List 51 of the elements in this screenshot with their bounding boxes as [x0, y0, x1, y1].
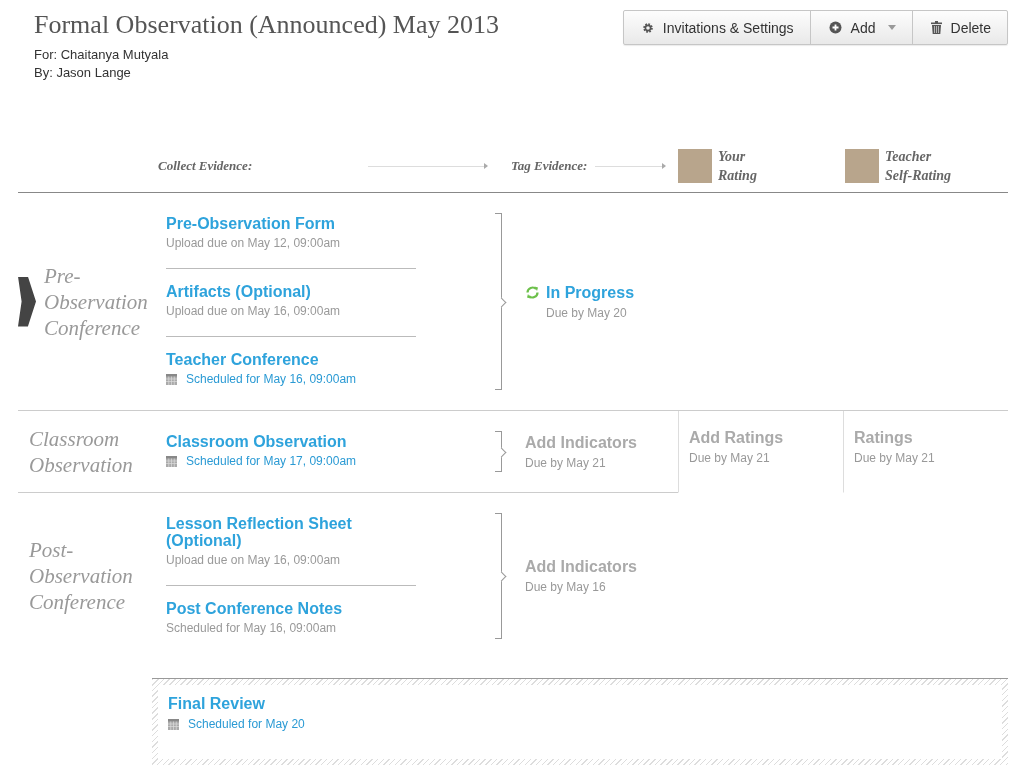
arrow-line-icon: [368, 165, 487, 167]
toolbar-button[interactable]: Add: [809, 11, 912, 44]
task-date: Upload due on May 12, 09:00am: [166, 236, 341, 250]
tag-evidence-label: Tag Evidence:: [511, 158, 588, 174]
column-heading: Your Rating: [718, 148, 758, 185]
task-link[interactable]: Artifacts (Optional): [166, 283, 416, 300]
bracket-icon: [495, 213, 507, 390]
avatar-placeholder: [678, 149, 712, 183]
trash-icon: [930, 21, 942, 34]
collect-evidence-label: Collect Evidence:: [158, 158, 253, 174]
due-date: Due by May 21: [525, 455, 607, 470]
task-date: Scheduled for May 20: [188, 717, 305, 731]
task-date: Scheduled for May 16, 09:00am: [166, 621, 337, 635]
calendar-icon: [166, 455, 177, 467]
status-link[interactable]: In Progress: [525, 283, 635, 302]
toolbar-button[interactable]: Delete: [911, 11, 1007, 44]
gear-icon: [641, 21, 654, 34]
task-link[interactable]: Classroom Observation: [166, 433, 416, 450]
calendar-icon: [168, 718, 179, 730]
refresh-icon: [525, 285, 540, 300]
avatar-placeholder: [845, 149, 879, 183]
ratings-link[interactable]: Ratings: [854, 429, 1008, 447]
task-date: Scheduled for May 17, 09:00am: [186, 454, 357, 468]
plus-circle-icon: [828, 21, 842, 34]
task-date: Upload due on May 16, 09:00am: [166, 553, 341, 567]
stage-title: Post-Observation Conference: [29, 537, 134, 615]
task-link[interactable]: Teacher Conference: [166, 351, 416, 368]
calendar-icon: [166, 373, 177, 385]
task-date: Scheduled for May 16, 09:00am: [186, 372, 357, 386]
bracket-icon: [495, 513, 507, 639]
task-link[interactable]: Final Review: [168, 695, 992, 713]
status-link[interactable]: Add Indicators: [525, 433, 637, 452]
bracket-icon: [495, 431, 507, 472]
task-link[interactable]: Pre-Observation Form: [166, 215, 416, 232]
column-heading: Teacher Self-Rating: [885, 148, 953, 185]
task-link[interactable]: Lesson Reflection Sheet (Optional): [166, 515, 416, 549]
toolbar-button[interactable]: Invitations & Settings: [623, 11, 810, 44]
for-label: For: Chaitanya Mutyala: [34, 46, 170, 64]
arrow-line-icon: [595, 165, 665, 167]
by-label: By: Jason Lange: [34, 64, 132, 82]
stage-title: Classroom Observation: [29, 425, 134, 478]
due-date: Due by May 20: [546, 305, 628, 320]
page-title: Formal Observation (Announced) May 2013: [34, 10, 500, 40]
status-link[interactable]: Add Indicators: [525, 558, 637, 576]
ratings-link[interactable]: Add Ratings: [689, 429, 843, 447]
due-date: Due by May 16: [525, 580, 607, 594]
due-date: Due by May 21: [854, 451, 936, 465]
task-link[interactable]: Post Conference Notes: [166, 600, 416, 617]
stage-title: Pre-Observation Conference: [44, 262, 149, 341]
due-date: Due by May 21: [689, 451, 771, 465]
task-date: Upload due on May 16, 09:00am: [166, 304, 341, 318]
